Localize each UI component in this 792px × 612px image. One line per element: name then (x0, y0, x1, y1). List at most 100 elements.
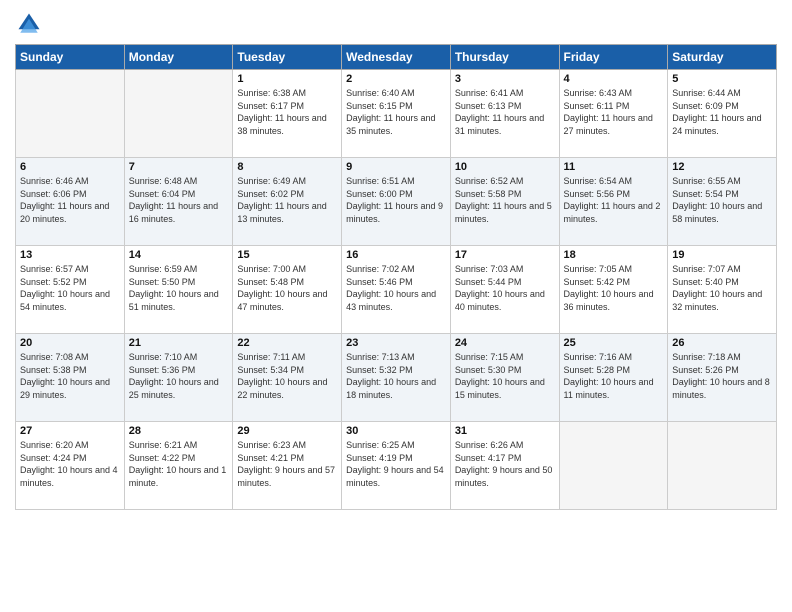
calendar-cell: 2Sunrise: 6:40 AMSunset: 6:15 PMDaylight… (342, 70, 451, 158)
day-number: 13 (20, 249, 120, 261)
col-header-tuesday: Tuesday (233, 45, 342, 70)
day-number: 28 (129, 425, 229, 437)
col-header-sunday: Sunday (16, 45, 125, 70)
day-number: 5 (672, 73, 772, 85)
day-number: 19 (672, 249, 772, 261)
calendar-cell: 22 Sunrise: 7:11 AMSunset: 5:34 PMDayligh… (233, 334, 342, 422)
calendar-cell: 21 Sunrise: 7:10 AMSunset: 5:36 PMDayligh… (124, 334, 233, 422)
calendar-cell: 7 Sunrise: 6:48 AMSunset: 6:04 PMDaylight… (124, 158, 233, 246)
calendar-cell (559, 422, 668, 510)
day-number: 26 (672, 337, 772, 349)
day-number: 10 (455, 161, 555, 173)
calendar-cell: 28 Sunrise: 6:21 AMSunset: 4:22 PMDayligh… (124, 422, 233, 510)
calendar-cell: 30Sunrise: 6:25 AMSunset: 4:19 PMDayligh… (342, 422, 451, 510)
calendar-cell: 31 Sunrise: 6:26 AMSunset: 4:17 PMDayligh… (450, 422, 559, 510)
calendar-cell: 9 Sunrise: 6:51 AMSunset: 6:00 PMDaylight… (342, 158, 451, 246)
calendar-cell: 5Sunrise: 6:44 AMSunset: 6:09 PMDaylight… (668, 70, 777, 158)
col-header-saturday: Saturday (668, 45, 777, 70)
day-detail: Sunrise: 6:20 AMSunset: 4:24 PMDaylight:… (20, 439, 120, 489)
day-detail: Sunrise: 6:21 AMSunset: 4:22 PMDaylight:… (129, 439, 229, 489)
calendar-week-row: 6 Sunrise: 6:46 AMSunset: 6:06 PMDaylight… (16, 158, 777, 246)
day-number: 18 (564, 249, 664, 261)
day-number: 17 (455, 249, 555, 261)
calendar-week-row: 13Sunrise: 6:57 AMSunset: 5:52 PMDayligh… (16, 246, 777, 334)
day-number: 27 (20, 425, 120, 437)
day-detail: Sunrise: 7:16 AMSunset: 5:28 PMDaylight:… (564, 351, 664, 401)
calendar-cell: 25 Sunrise: 7:16 AMSunset: 5:28 PMDayligh… (559, 334, 668, 422)
calendar-cell: 19 Sunrise: 7:07 AMSunset: 5:40 PMDayligh… (668, 246, 777, 334)
calendar-cell (668, 422, 777, 510)
day-number: 21 (129, 337, 229, 349)
day-detail: Sunrise: 6:43 AMSunset: 6:11 PMDaylight:… (564, 87, 664, 137)
day-detail: Sunrise: 6:26 AMSunset: 4:17 PMDaylight:… (455, 439, 555, 489)
calendar-cell: 17Sunrise: 7:03 AMSunset: 5:44 PMDayligh… (450, 246, 559, 334)
calendar-cell (124, 70, 233, 158)
col-header-friday: Friday (559, 45, 668, 70)
day-number: 11 (564, 161, 664, 173)
day-number: 25 (564, 337, 664, 349)
day-number: 9 (346, 161, 446, 173)
calendar-week-row: 1 Sunrise: 6:38 AMSunset: 6:17 PMDaylight… (16, 70, 777, 158)
day-number: 1 (237, 73, 337, 85)
day-detail: Sunrise: 7:07 AMSunset: 5:40 PMDaylight:… (672, 263, 772, 313)
logo-icon (15, 10, 43, 38)
page: SundayMondayTuesdayWednesdayThursdayFrid… (0, 0, 792, 612)
day-number: 8 (237, 161, 337, 173)
day-detail: Sunrise: 6:51 AMSunset: 6:00 PMDaylight:… (346, 175, 446, 225)
calendar-cell: 15Sunrise: 7:00 AMSunset: 5:48 PMDayligh… (233, 246, 342, 334)
day-number: 16 (346, 249, 446, 261)
calendar-cell: 29 Sunrise: 6:23 AMSunset: 4:21 PMDayligh… (233, 422, 342, 510)
day-detail: Sunrise: 6:38 AMSunset: 6:17 PMDaylight:… (237, 87, 337, 137)
calendar-cell: 27 Sunrise: 6:20 AMSunset: 4:24 PMDayligh… (16, 422, 125, 510)
calendar-cell: 6 Sunrise: 6:46 AMSunset: 6:06 PMDaylight… (16, 158, 125, 246)
day-detail: Sunrise: 6:23 AMSunset: 4:21 PMDaylight:… (237, 439, 337, 489)
calendar-cell: 3 Sunrise: 6:41 AMSunset: 6:13 PMDaylight… (450, 70, 559, 158)
col-header-wednesday: Wednesday (342, 45, 451, 70)
calendar-table: SundayMondayTuesdayWednesdayThursdayFrid… (15, 44, 777, 510)
calendar-cell: 4Sunrise: 6:43 AMSunset: 6:11 PMDaylight… (559, 70, 668, 158)
calendar-cell: 18Sunrise: 7:05 AMSunset: 5:42 PMDayligh… (559, 246, 668, 334)
day-number: 31 (455, 425, 555, 437)
calendar-cell: 23 Sunrise: 7:13 AMSunset: 5:32 PMDayligh… (342, 334, 451, 422)
day-detail: Sunrise: 6:59 AMSunset: 5:50 PMDaylight:… (129, 263, 229, 313)
day-number: 22 (237, 337, 337, 349)
calendar-week-row: 20Sunrise: 7:08 AMSunset: 5:38 PMDayligh… (16, 334, 777, 422)
day-number: 15 (237, 249, 337, 261)
day-detail: Sunrise: 7:02 AMSunset: 5:46 PMDaylight:… (346, 263, 446, 313)
day-detail: Sunrise: 6:48 AMSunset: 6:04 PMDaylight:… (129, 175, 229, 225)
day-detail: Sunrise: 6:55 AMSunset: 5:54 PMDaylight:… (672, 175, 772, 225)
calendar-cell: 1 Sunrise: 6:38 AMSunset: 6:17 PMDaylight… (233, 70, 342, 158)
calendar-cell: 26 Sunrise: 7:18 AMSunset: 5:26 PMDayligh… (668, 334, 777, 422)
day-detail: Sunrise: 7:10 AMSunset: 5:36 PMDaylight:… (129, 351, 229, 401)
calendar-cell: 20Sunrise: 7:08 AMSunset: 5:38 PMDayligh… (16, 334, 125, 422)
calendar-cell (16, 70, 125, 158)
day-number: 6 (20, 161, 120, 173)
calendar-week-row: 27 Sunrise: 6:20 AMSunset: 4:24 PMDayligh… (16, 422, 777, 510)
header (15, 10, 777, 38)
calendar-cell: 12 Sunrise: 6:55 AMSunset: 5:54 PMDayligh… (668, 158, 777, 246)
day-detail: Sunrise: 7:18 AMSunset: 5:26 PMDaylight:… (672, 351, 772, 401)
day-number: 23 (346, 337, 446, 349)
calendar-cell: 10Sunrise: 6:52 AMSunset: 5:58 PMDayligh… (450, 158, 559, 246)
logo (15, 10, 47, 38)
calendar-cell: 14 Sunrise: 6:59 AMSunset: 5:50 PMDayligh… (124, 246, 233, 334)
day-number: 14 (129, 249, 229, 261)
day-detail: Sunrise: 7:13 AMSunset: 5:32 PMDaylight:… (346, 351, 446, 401)
day-detail: Sunrise: 7:11 AMSunset: 5:34 PMDaylight:… (237, 351, 337, 401)
day-detail: Sunrise: 6:40 AMSunset: 6:15 PMDaylight:… (346, 87, 446, 137)
day-number: 29 (237, 425, 337, 437)
col-header-thursday: Thursday (450, 45, 559, 70)
calendar-cell: 11 Sunrise: 6:54 AMSunset: 5:56 PMDayligh… (559, 158, 668, 246)
calendar-header-row: SundayMondayTuesdayWednesdayThursdayFrid… (16, 45, 777, 70)
day-number: 7 (129, 161, 229, 173)
day-detail: Sunrise: 6:41 AMSunset: 6:13 PMDaylight:… (455, 87, 555, 137)
col-header-monday: Monday (124, 45, 233, 70)
day-number: 3 (455, 73, 555, 85)
day-number: 12 (672, 161, 772, 173)
day-detail: Sunrise: 6:49 AMSunset: 6:02 PMDaylight:… (237, 175, 337, 225)
day-detail: Sunrise: 7:15 AMSunset: 5:30 PMDaylight:… (455, 351, 555, 401)
day-number: 30 (346, 425, 446, 437)
day-detail: Sunrise: 6:46 AMSunset: 6:06 PMDaylight:… (20, 175, 120, 225)
calendar-cell: 13Sunrise: 6:57 AMSunset: 5:52 PMDayligh… (16, 246, 125, 334)
day-detail: Sunrise: 6:54 AMSunset: 5:56 PMDaylight:… (564, 175, 664, 225)
